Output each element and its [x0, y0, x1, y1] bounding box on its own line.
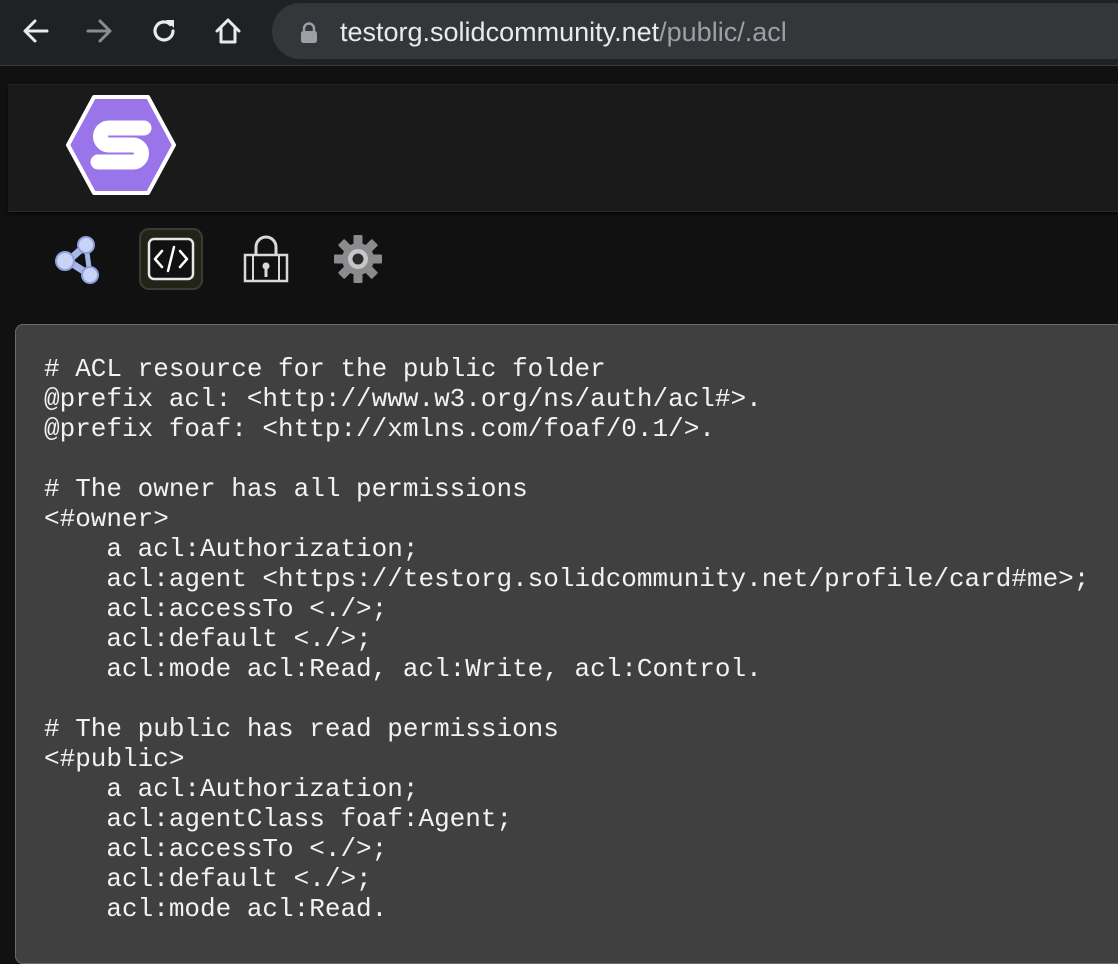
forward-button[interactable] [79, 11, 119, 51]
lock-icon[interactable] [300, 22, 318, 44]
code-line: acl:agent <https://testorg.solidcommunit… [44, 564, 1090, 594]
code-line: acl:accessTo <./>; [44, 834, 388, 864]
code-line: acl:accessTo <./>; [44, 594, 388, 624]
code-line: # The public has read permissions [44, 714, 559, 744]
source-pane-icon [147, 237, 195, 281]
browser-toolbar: testorg.solidcommunity.net/public/.acl [0, 0, 1118, 66]
code-line: # ACL resource for the public folder [44, 354, 606, 384]
source-pane[interactable]: # ACL resource for the public folder @pr… [15, 324, 1118, 964]
solid-logo-icon[interactable] [64, 93, 178, 197]
code-line: a acl:Authorization; [44, 534, 419, 564]
code-line: acl:mode acl:Read, acl:Write, acl:Contro… [44, 654, 762, 684]
sharing-pane-icon [243, 235, 289, 283]
address-bar[interactable]: testorg.solidcommunity.net/public/.acl [272, 3, 1118, 59]
code-line: acl:default <./>; [44, 624, 372, 654]
url-path: /public/.acl [659, 17, 787, 47]
code-line: acl:default <./>; [44, 864, 372, 894]
code-line: a acl:Authorization; [44, 774, 419, 804]
code-line: @prefix foaf: <http://xmlns.com/foaf/0.1… [44, 414, 715, 444]
back-button[interactable] [16, 11, 56, 51]
forward-arrow-icon [86, 19, 112, 43]
code-line: <#owner> [44, 504, 169, 534]
home-button[interactable] [208, 11, 248, 51]
sharing-pane-button[interactable] [234, 228, 298, 290]
code-line: <#public> [44, 744, 185, 774]
settings-pane-icon [334, 235, 382, 283]
home-icon [215, 18, 241, 44]
code-line: acl:agentClass foaf:Agent; [44, 804, 513, 834]
code-line: acl:mode acl:Read. [44, 894, 388, 924]
source-pane-button[interactable] [139, 228, 203, 290]
back-arrow-icon [23, 19, 49, 43]
graph-pane-button[interactable] [44, 228, 108, 290]
graph-pane-icon [55, 236, 99, 284]
code-line: @prefix acl: <http://www.w3.org/ns/auth/… [44, 384, 762, 414]
code-line: # The owner has all permissions [44, 474, 528, 504]
acl-source-text[interactable]: # ACL resource for the public folder @pr… [44, 354, 1089, 924]
app-header [8, 84, 1118, 212]
url-host: testorg.solidcommunity.net [340, 17, 660, 47]
address-url[interactable]: testorg.solidcommunity.net/public/.acl [340, 17, 787, 47]
reload-icon [153, 20, 175, 42]
settings-pane-button[interactable] [326, 228, 390, 290]
reload-button[interactable] [144, 11, 184, 51]
